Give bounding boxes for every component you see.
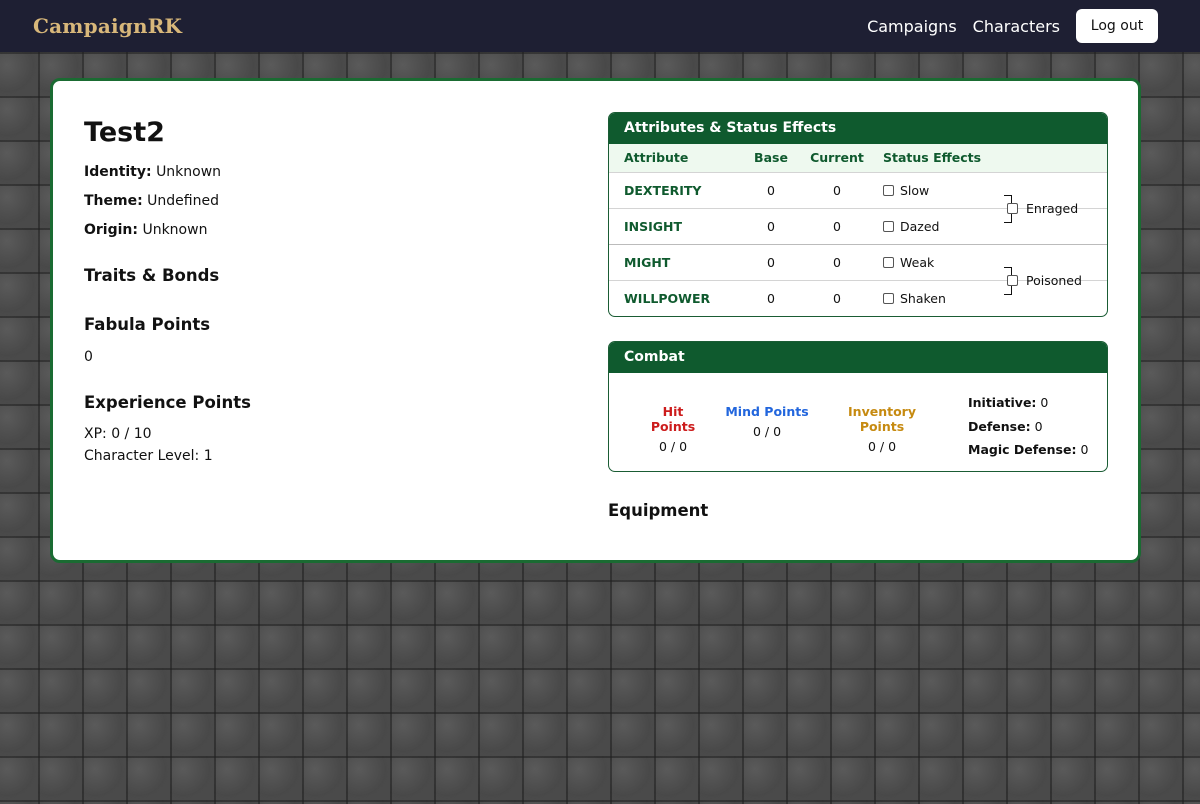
origin-label: Origin: [84, 222, 138, 238]
attribute-base: 0 [739, 244, 803, 281]
origin-value: Unknown [142, 222, 208, 238]
hit-points-value: 0 / 0 [658, 439, 688, 454]
equipment-heading: Equipment [608, 501, 709, 520]
defense-label: Defense: [968, 418, 1031, 434]
initiative-value: 0 [1040, 395, 1049, 410]
character-sheet-card: Test2 Identity: Unknown Theme: Undefined… [50, 78, 1141, 563]
attribute-base: 0 [767, 290, 775, 306]
attribute-current: 0 [803, 172, 871, 209]
col-current: Current [803, 144, 871, 173]
enraged-checkbox[interactable] [1007, 203, 1018, 214]
derived-stats: Initiative: 0 Defense: 0 Magic Defense: … [968, 391, 1088, 462]
defense-value: 0 [1034, 418, 1043, 434]
experience-points-heading: Experience Points [84, 393, 251, 412]
character-name: Test2 [84, 117, 165, 148]
fabula-points-heading: Fabula Points [84, 315, 211, 334]
magic-defense-row: Magic Defense: 0 [968, 438, 1088, 462]
attribute-current: 0 [803, 244, 871, 281]
hit-points-stat: Hit Points 0 / 0 [641, 404, 705, 454]
attribute-name: WILLPOWER [624, 290, 711, 306]
identity-row: Identity: Unknown [84, 164, 564, 180]
brand-logo[interactable]: CampaignRK [33, 14, 182, 38]
theme-row: Theme: Undefined [84, 193, 564, 209]
attribute-base: 0 [739, 172, 803, 209]
theme-value: Undefined [147, 193, 219, 209]
initiative-row: Initiative: 0 [968, 391, 1088, 415]
magic-defense-label: Magic Defense: [968, 442, 1077, 457]
col-status-effects: Status Effects [871, 144, 1107, 173]
dazed-checkbox[interactable] [883, 220, 894, 232]
inventory-points-label: Inventory Points [848, 404, 916, 434]
status-label: Shaken [900, 290, 946, 306]
status-effect-poisoned: Poisoned [1007, 273, 1082, 288]
weak-checkbox[interactable] [883, 256, 894, 268]
fabula-points-value: 0 [84, 349, 93, 365]
status-label: Weak [900, 254, 935, 270]
poisoned-label: Poisoned [1026, 273, 1082, 288]
character-info-column: Test2 Identity: Unknown Theme: Undefined… [84, 117, 564, 464]
traits-bonds-heading: Traits & Bonds [84, 266, 220, 285]
magic-defense-value: 0 [1080, 442, 1089, 457]
attributes-panel-title: Attributes & Status Effects [609, 113, 1107, 144]
attribute-current: 0 [803, 208, 871, 245]
mind-points-label: Mind Points [725, 404, 809, 419]
shaken-checkbox[interactable] [883, 292, 894, 304]
nav-link-campaigns[interactable]: Campaigns [867, 17, 957, 36]
theme-label: Theme: [84, 193, 143, 209]
attribute-name: INSIGHT [609, 208, 739, 245]
attribute-name: DEXTERITY [609, 172, 739, 209]
attribute-current: 0 [833, 290, 841, 306]
status-label: Slow [900, 182, 930, 198]
col-attribute: Attribute [609, 144, 739, 173]
logout-button[interactable]: Log out [1076, 9, 1158, 43]
attribute-base: 0 [739, 208, 803, 245]
mind-points-stat: Mind Points 0 / 0 [725, 404, 809, 439]
combat-stats: Hit Points 0 / 0 Mind Points 0 / 0 Inven… [609, 373, 1107, 471]
attribute-name: MIGHT [609, 244, 739, 281]
top-navbar: CampaignRK Campaigns Characters Log out [0, 0, 1200, 52]
xp-value: XP: 0 / 10 [84, 426, 152, 442]
status-effect-enraged: Enraged [1007, 201, 1078, 216]
inventory-points-value: 0 / 0 [867, 439, 897, 454]
combat-panel: Combat Hit Points 0 / 0 Mind Points 0 / … [608, 341, 1108, 472]
stats-column: Attributes & Status Effects Attribute Ba… [608, 112, 1108, 520]
origin-row: Origin: Unknown [84, 222, 564, 238]
status-label: Dazed [900, 218, 940, 234]
combat-panel-title: Combat [609, 342, 1107, 373]
nav-link-characters[interactable]: Characters [973, 17, 1060, 36]
poisoned-checkbox[interactable] [1007, 275, 1018, 286]
character-level: Character Level: 1 [84, 448, 213, 464]
mind-points-value: 0 / 0 [752, 424, 782, 439]
defense-row: Defense: 0 [968, 415, 1088, 439]
attributes-panel: Attributes & Status Effects Attribute Ba… [608, 112, 1108, 317]
enraged-label: Enraged [1026, 201, 1079, 216]
inventory-points-stat: Inventory Points 0 / 0 [827, 404, 937, 454]
col-base: Base [739, 144, 803, 173]
attributes-header-row: Attribute Base Current Status Effects [609, 144, 1107, 173]
initiative-label: Initiative: [968, 395, 1037, 410]
identity-label: Identity: [84, 164, 152, 180]
hit-points-label: Hit Points [650, 404, 696, 434]
nav-links: Campaigns Characters Log out [867, 9, 1158, 43]
identity-value: Unknown [156, 164, 222, 180]
slow-checkbox[interactable] [883, 184, 894, 196]
attributes-table: Attribute Base Current Status Effects DE… [609, 144, 1107, 316]
